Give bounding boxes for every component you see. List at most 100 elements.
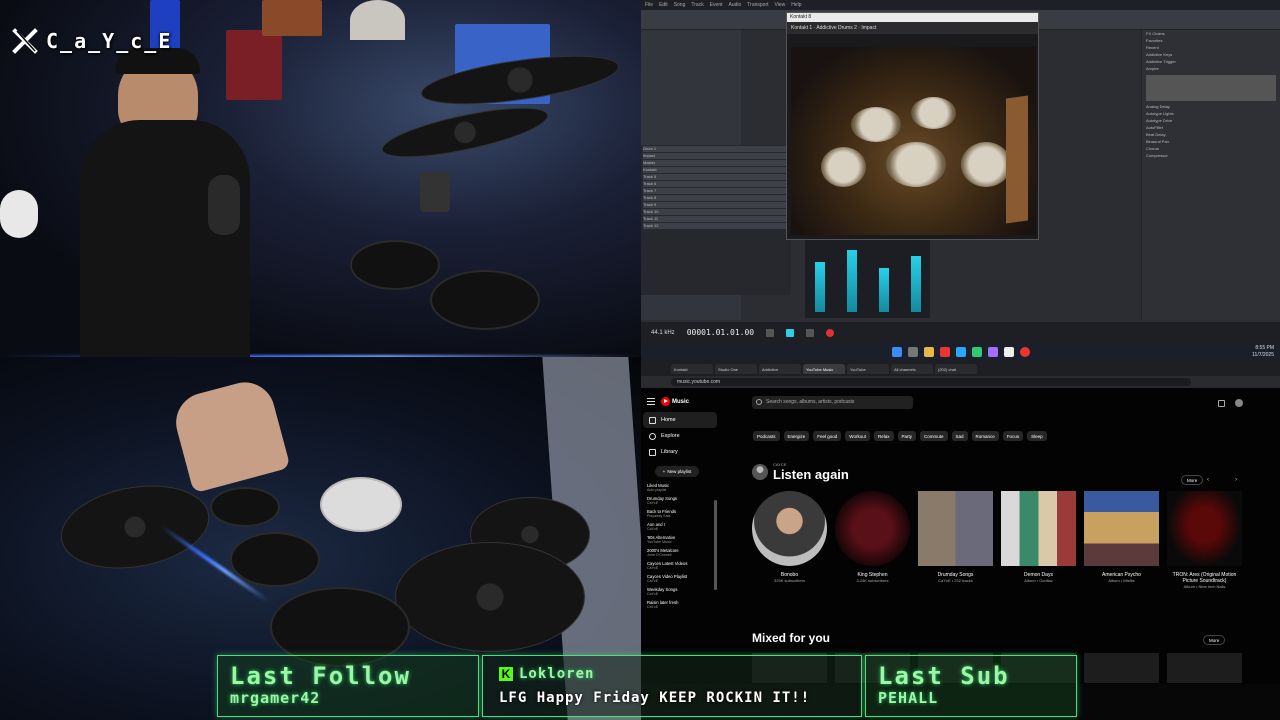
menu-song[interactable]: Song [674,2,686,8]
browser-item[interactable]: Autotype Drive [1146,118,1276,124]
playlist-item[interactable]: Weekday Songs CaYcE [641,587,719,596]
playlist-item[interactable]: Raisin later fresh CaYcE [641,600,719,609]
mood-chip[interactable]: Romance [971,431,999,441]
kontakt-tab[interactable]: Impact [861,25,876,31]
mood-chip[interactable]: Commute [920,431,948,441]
kontakt-tab[interactable]: Kontakt 1 [791,25,812,31]
kontakt-tab[interactable]: Addictive Drums 2 [816,25,857,31]
mood-chip[interactable]: Sleep [1027,431,1047,441]
mix-card[interactable] [1167,653,1242,683]
browser-item[interactable]: Ampire [1146,66,1276,72]
track-row[interactable]: Impact [643,153,789,159]
nav-explore[interactable]: Explore [641,428,719,444]
track-row[interactable]: Track 5 [643,174,789,180]
sidebar-scrollbar[interactable] [714,500,717,590]
browser-item[interactable]: Binaural Pan [1146,139,1276,145]
ytmusic-logo[interactable]: Music [661,397,689,406]
browser-tab[interactable]: Studio One [715,363,757,374]
music-card[interactable]: Bonobo 325K subscribers [752,491,827,589]
browser-item[interactable]: Analog Delay [1146,104,1276,110]
track-row[interactable]: Drum 1 [643,146,789,152]
music-card[interactable]: American Psycho Album • Misfits [1084,491,1159,589]
menu-edit[interactable]: Edit [659,2,668,8]
browser-item[interactable]: Addictive Keys [1146,52,1276,58]
listen-again-more-button[interactable]: More [1181,475,1204,485]
prev-arrow-icon[interactable]: ‹ [1203,475,1213,485]
track-row[interactable]: Master [643,160,789,166]
track-row[interactable]: Track 8 [643,195,789,201]
playlist-item[interactable]: 2000's Metalcore John O'Connell [641,548,719,557]
track-row[interactable]: Track 6 [643,181,789,187]
channel-fader[interactable] [879,268,889,312]
music-card[interactable]: Demon Days Album • Gorillaz [1001,491,1076,589]
browser-tab[interactable]: YouTube [847,363,889,374]
mood-chip[interactable]: Relax [873,431,894,441]
browser-item[interactable]: Beat Delay [1146,132,1276,138]
play-button[interactable] [786,328,795,337]
browser-item[interactable]: Favorites [1146,38,1276,44]
app-icon[interactable] [1019,347,1030,357]
start-icon[interactable] [891,347,902,357]
nav-home[interactable]: Home [643,412,717,428]
mood-chip[interactable]: Feel good [813,431,842,441]
browser-icon[interactable] [955,347,966,357]
mood-chip[interactable]: Podcasts [753,431,780,441]
music-card[interactable]: Drumday Songs CaYcE • 232 tracks [918,491,993,589]
cast-icon[interactable] [1218,400,1225,407]
playlist-item[interactable]: Cayces Latest Videos CaYcE [641,561,719,570]
track-row[interactable]: Track 9 [643,202,789,208]
browser-item[interactable]: Autotype Lights [1146,111,1276,117]
playlist-item[interactable]: Drumday Songs CaYcE [641,496,719,505]
browser-tab[interactable]: Kontakt [671,363,713,374]
music-card[interactable]: King Stephen 3.24K subscribers [835,491,910,589]
search-input[interactable]: Search songs, albums, artists, podcasts [752,396,913,409]
menu-event[interactable]: Event [710,2,723,8]
browser-tab[interactable]: Addictive [759,363,801,374]
mixed-more-button[interactable]: More [1203,635,1226,645]
music-card[interactable]: TRON: Ares (Original Motion Picture Soun… [1167,491,1242,589]
menu-transport[interactable]: Transport [747,2,768,8]
menu-audio[interactable]: Audio [729,2,742,8]
mood-chip[interactable]: Sad [951,431,968,441]
browser-tab-active[interactable]: YouTube Music [803,363,845,374]
browser-tab[interactable]: All channels [891,363,933,374]
mood-chip[interactable]: Workout [845,431,870,441]
taskbar-clock[interactable]: 8:55 PM 11/7/2025 [1252,345,1274,359]
app-icon[interactable] [1003,347,1014,357]
mood-chip[interactable]: Party [897,431,917,441]
app-icon[interactable] [987,347,998,357]
url-field[interactable]: music.youtube.com [671,378,1191,386]
track-row[interactable]: Track 12 [643,223,789,229]
nav-library[interactable]: Library [641,444,719,460]
track-row[interactable]: Kontakt [643,167,789,173]
mood-chip[interactable]: Energize [783,431,810,441]
mood-chip[interactable]: Focus [1002,431,1024,441]
browser-item[interactable]: Recent [1146,45,1276,51]
menu-view[interactable]: View [775,2,786,8]
browser-item[interactable]: Compressor [1146,153,1276,159]
track-row[interactable]: Track 11 [643,216,789,222]
hamburger-menu-icon[interactable] [647,398,655,405]
channel-fader[interactable] [911,256,921,312]
playlist-item[interactable]: Back to Friends Playarray Sala [641,509,719,518]
file-explorer-icon[interactable] [923,347,934,357]
record-button[interactable] [826,328,835,337]
browser-item[interactable]: Chorus [1146,146,1276,152]
menu-track[interactable]: Track [691,2,703,8]
mix-card[interactable] [1084,653,1159,683]
next-arrow-icon[interactable]: › [1231,475,1241,485]
channel-fader[interactable] [815,262,825,312]
search-icon[interactable] [907,347,918,357]
app-icon[interactable] [971,347,982,357]
playlist-item[interactable]: Liked Music Auto playlist [641,483,719,492]
stop-button[interactable] [806,328,815,337]
browser-item[interactable]: Addictive Trigger [1146,59,1276,65]
track-row[interactable]: Track 7 [643,188,789,194]
playlist-item[interactable]: '90s Alternative YouTube Music [641,535,719,544]
browser-tab[interactable]: (202) chat [935,363,977,374]
user-avatar[interactable] [1235,399,1243,407]
playlist-item[interactable]: Cayces Video Playlist CaYcE [641,574,719,583]
browser-item[interactable]: AutoFilter [1146,125,1276,131]
menu-help[interactable]: Help [791,2,801,8]
menu-file[interactable]: File [645,2,653,8]
